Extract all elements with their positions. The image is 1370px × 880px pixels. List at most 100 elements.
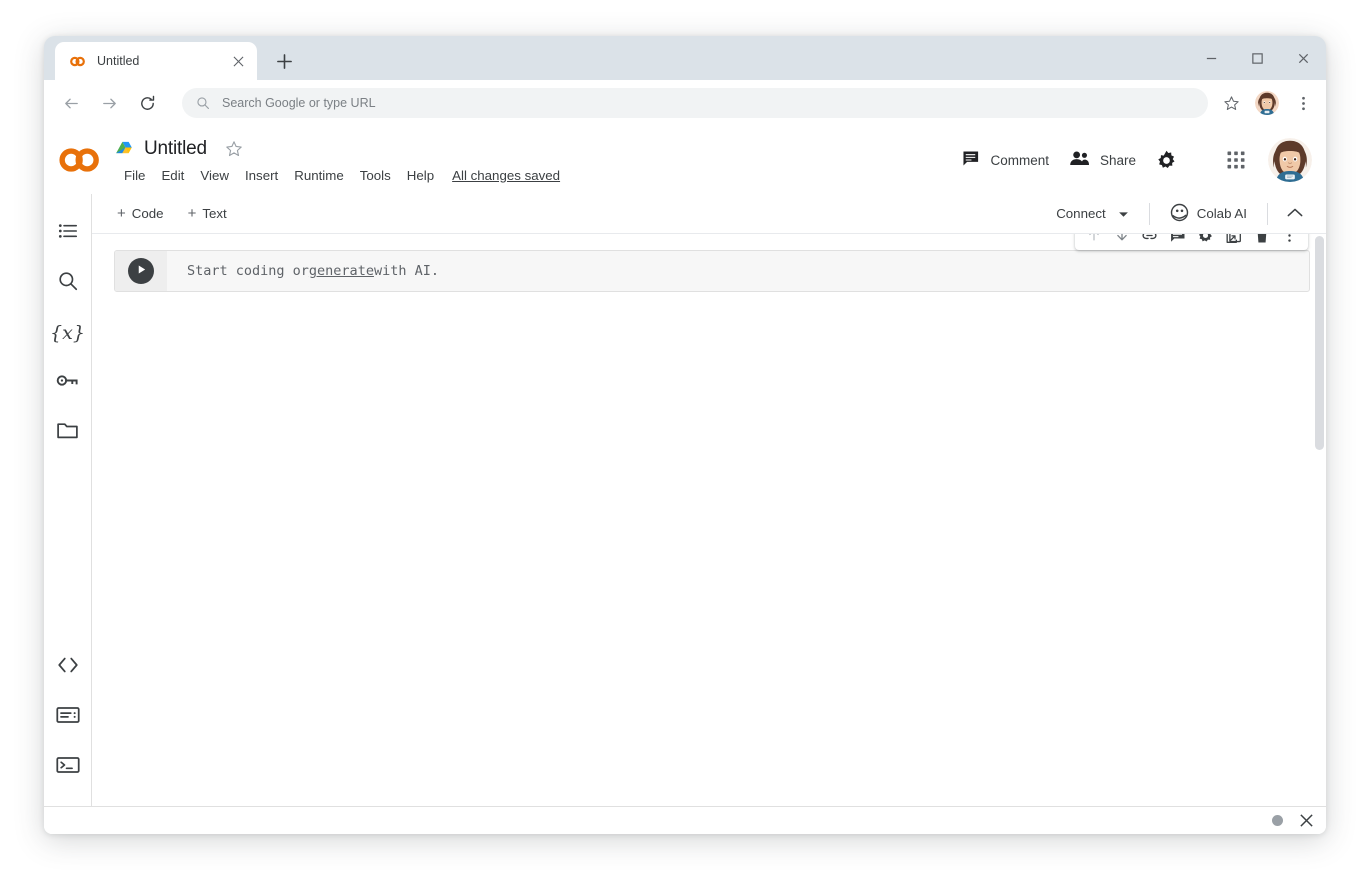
browser-tab[interactable]: Untitled [55,42,257,80]
reload-icon[interactable] [130,86,164,120]
move-cell-up-button[interactable] [1081,234,1106,248]
status-dot-icon[interactable] [1272,815,1283,826]
menu-insert[interactable]: Insert [237,165,286,186]
browser-toolbar: Search Google or type URL [44,80,1326,126]
plus-icon: + [117,206,126,221]
chevron-down-icon [1118,206,1129,221]
save-status-label[interactable]: All changes saved [452,168,560,183]
sidebar-item-variables[interactable]: {x} [44,308,91,358]
apps-grid-icon[interactable] [1216,140,1256,180]
menu-runtime[interactable]: Runtime [286,165,352,186]
menu-file[interactable]: File [116,165,153,186]
colab-menubar: File Edit View Insert Runtime Tools Help… [116,165,951,186]
colab-ai-icon [1170,203,1189,225]
code-cell-editor[interactable]: Start coding or generate with AI. [167,251,1309,291]
window-controls [1188,36,1326,80]
toolbar-divider [1267,203,1268,225]
browser-profile-avatar[interactable] [1255,91,1279,115]
add-code-label: Code [132,206,164,221]
search-icon [196,96,210,110]
notebook-area: + Code + Text Connect [92,194,1326,806]
terminal-icon [56,755,80,780]
add-text-cell-button[interactable]: + Text [179,201,236,226]
move-cell-down-button[interactable] [1109,234,1134,248]
link-to-cell-button[interactable] [1137,234,1162,248]
comment-button[interactable]: Comment [951,141,1059,179]
address-bar[interactable]: Search Google or type URL [182,88,1208,118]
bookmark-star-icon[interactable] [1216,88,1246,118]
browser-tabstrip: Untitled [44,36,1326,80]
notebook-scrollbar-thumb[interactable] [1315,236,1324,450]
chevron-up-icon [1287,205,1303,223]
people-icon [1069,149,1090,171]
more-cell-actions-button[interactable] [1277,234,1302,248]
search-icon [57,270,79,297]
forward-arrow-icon[interactable] [92,86,126,120]
add-comment-button[interactable] [1165,234,1190,248]
folder-icon [56,419,79,447]
colab-ai-label: Colab AI [1197,206,1247,221]
menu-view[interactable]: View [192,165,237,186]
notebook-scrollbar[interactable] [1313,235,1326,806]
account-avatar[interactable] [1268,138,1312,182]
address-bar-placeholder: Search Google or type URL [222,96,376,110]
run-cell-button[interactable] [128,258,154,284]
google-drive-icon [116,141,135,158]
add-code-cell-button[interactable]: + Code [108,201,173,226]
colab-logo-icon [69,53,86,70]
back-arrow-icon[interactable] [54,86,88,120]
window-close-icon[interactable] [1280,36,1326,80]
browser-toolbar-actions [1216,88,1318,118]
mirror-cell-in-tab-button[interactable] [1221,234,1246,248]
cell-placeholder-prefix: Start coding or [187,263,309,279]
cell-gutter [115,251,167,291]
sidebar-item-terminal[interactable] [44,742,91,792]
share-button[interactable]: Share [1059,141,1146,179]
variables-icon: {x} [50,322,85,344]
colab-left-rail: {x} [44,194,92,806]
browser-menu-icon[interactable] [1288,88,1318,118]
collapse-header-button[interactable] [1278,197,1312,231]
code-cell[interactable]: Start coding or generate with AI. [114,250,1310,292]
maximize-icon[interactable] [1234,36,1280,80]
plus-icon: + [188,206,197,221]
code-brackets-icon [56,653,80,682]
cell-placeholder-suffix: with AI. [374,263,439,279]
minimize-icon[interactable] [1188,36,1234,80]
browser-tab-title: Untitled [97,54,229,68]
list-icon [57,220,79,247]
notebook-toolbar-right: Connect [1046,197,1312,231]
sidebar-item-code-snippets[interactable] [44,642,91,692]
cell-settings-button[interactable] [1193,234,1218,248]
colab-logo[interactable] [44,147,116,173]
sidebar-item-files[interactable] [44,408,91,458]
key-icon [56,369,79,397]
sidebar-item-find-and-replace[interactable] [44,258,91,308]
page-viewport: Untitled File Edit View Insert Runtime T… [44,126,1326,834]
sidebar-item-command-palette[interactable] [44,692,91,742]
command-palette-icon [56,705,80,730]
notebook-toolbar: + Code + Text Connect [92,194,1326,234]
menu-help[interactable]: Help [399,165,442,186]
colab-status-bar [44,806,1326,834]
sidebar-item-table-of-contents[interactable] [44,208,91,258]
cells-container: Start coding or generate with AI. [92,234,1326,806]
add-text-label: Text [202,206,226,221]
delete-cell-button[interactable] [1249,234,1274,248]
toolbar-divider [1149,203,1150,225]
new-tab-button[interactable] [269,46,299,76]
generate-with-ai-link[interactable]: generate [309,263,374,279]
status-bar-close-icon[interactable] [1299,813,1314,828]
code-cell-wrapper: Start coding or generate with AI. [114,250,1310,292]
settings-gear-icon[interactable] [1146,140,1186,180]
colab-ai-button[interactable]: Colab AI [1160,197,1257,231]
menu-edit[interactable]: Edit [153,165,192,186]
star-outline-icon[interactable] [221,136,247,162]
sidebar-item-secrets[interactable] [44,358,91,408]
connect-button[interactable]: Connect [1046,200,1139,227]
menu-tools[interactable]: Tools [352,165,399,186]
notebook-title[interactable]: Untitled [144,138,207,160]
tab-close-icon[interactable] [229,52,247,70]
colab-body: {x} [44,194,1326,806]
cell-action-toolbar [1075,234,1308,250]
